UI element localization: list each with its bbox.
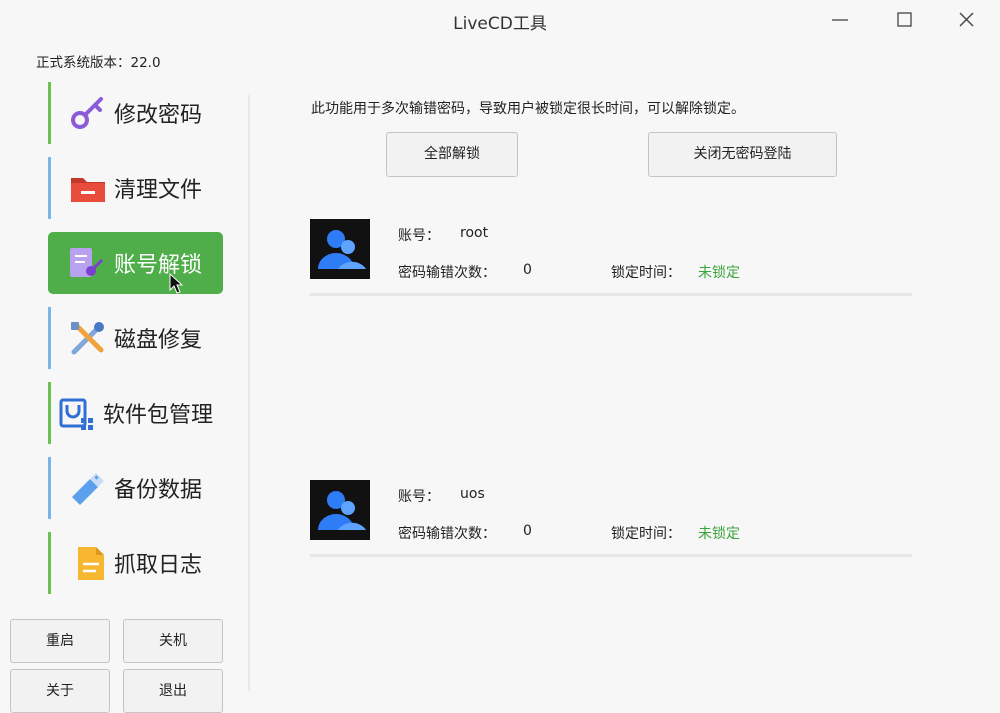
package-icon — [59, 398, 93, 430]
account-label: 账号： — [398, 489, 440, 505]
error-count: 0 — [523, 523, 532, 539]
shutdown-button[interactable]: 关机 — [123, 619, 223, 663]
sidebar-item-label: 备份数据 — [114, 478, 203, 503]
feature-description: 此功能用于多次输错密码，导致用户被锁定很长时间，可以解除锁定。 — [311, 101, 745, 117]
nav-indicator — [48, 307, 51, 369]
sidebar-item-account-unlock[interactable]: 账号解锁 — [48, 232, 223, 294]
close-button[interactable] — [944, 2, 988, 38]
sidebar-item-label: 磁盘修复 — [114, 328, 203, 353]
error-count: 0 — [523, 262, 532, 278]
error-count-label: 密码输错次数： — [398, 265, 496, 281]
minimize-icon — [832, 19, 848, 21]
account-card: 账号： root 密码输错次数： 0 锁定时间： 未锁定 — [310, 219, 912, 300]
sidebar-item-package-management[interactable]: 软件包管理 — [48, 382, 223, 444]
nav-indicator — [48, 457, 51, 519]
usb-drive-icon — [72, 473, 104, 505]
lock-status: 未锁定 — [698, 265, 740, 281]
nav-indicator — [48, 382, 51, 444]
maximize-icon — [897, 12, 912, 27]
divider — [310, 293, 912, 296]
user-avatar-icon — [310, 219, 370, 279]
account-card: 账号： uos 密码输错次数： 0 锁定时间： 未锁定 — [310, 480, 912, 561]
sidebar-item-label: 账号解锁 — [114, 253, 203, 278]
sidebar-item-label: 软件包管理 — [103, 403, 214, 428]
exit-button[interactable]: 退出 — [123, 669, 223, 713]
sidebar-item-clean-files[interactable]: 清理文件 — [48, 157, 223, 219]
user-avatar-icon — [310, 480, 370, 540]
sidebar-divider — [248, 95, 250, 691]
nav-indicator — [48, 157, 51, 219]
key-icon — [71, 97, 103, 129]
disable-passwordless-login-button[interactable]: 关闭无密码登陆 — [648, 132, 837, 177]
nav-indicator — [48, 82, 51, 144]
lock-time-label: 锁定时间： — [611, 526, 681, 542]
sidebar-item-capture-logs[interactable]: 抓取日志 — [48, 532, 223, 594]
system-version: 正式系统版本：22.0 — [36, 55, 161, 71]
minimize-button[interactable] — [818, 2, 862, 38]
unlock-all-button[interactable]: 全部解锁 — [386, 132, 518, 177]
about-button[interactable]: 关于 — [10, 669, 110, 713]
account-name: root — [460, 225, 489, 241]
sidebar-item-backup-data[interactable]: 备份数据 — [48, 457, 223, 519]
lock-status: 未锁定 — [698, 526, 740, 542]
nav-indicator — [48, 532, 51, 594]
sidebar-item-label: 抓取日志 — [114, 553, 203, 578]
close-icon — [959, 12, 974, 27]
divider — [310, 554, 912, 557]
restart-button[interactable]: 重启 — [10, 619, 110, 663]
sidebar-item-label: 清理文件 — [114, 178, 203, 203]
account-name: uos — [460, 486, 485, 502]
lock-time-label: 锁定时间： — [611, 265, 681, 281]
document-icon — [78, 547, 104, 580]
folder-icon — [71, 178, 105, 202]
error-count-label: 密码输错次数： — [398, 526, 496, 542]
sidebar-item-disk-repair[interactable]: 磁盘修复 — [48, 307, 223, 369]
maximize-button[interactable] — [882, 2, 926, 38]
account-label: 账号： — [398, 228, 440, 244]
sidebar-item-label: 修改密码 — [114, 103, 203, 128]
cursor-icon — [169, 273, 184, 294]
tools-icon — [71, 322, 104, 355]
title-bar: LiveCD工具 — [0, 0, 1000, 40]
account-unlock-icon — [70, 248, 104, 277]
sidebar-item-change-password[interactable]: 修改密码 — [48, 82, 223, 144]
